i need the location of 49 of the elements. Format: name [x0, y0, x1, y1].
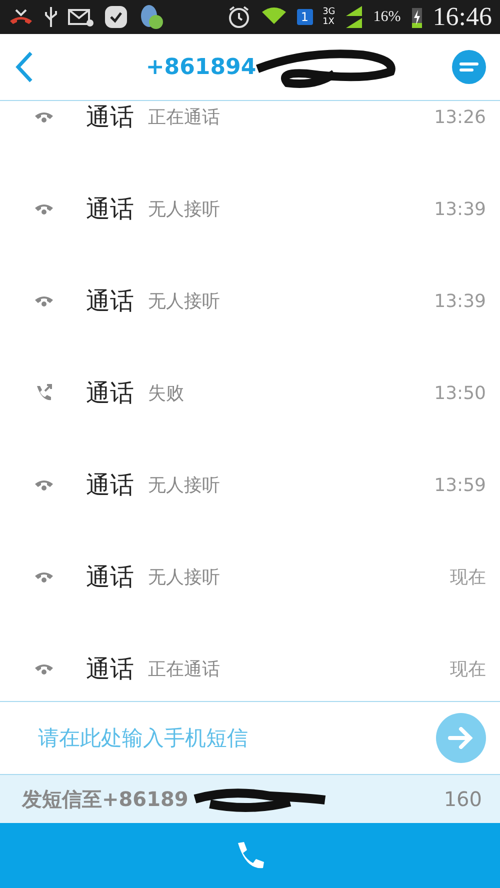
- check-icon: [104, 5, 128, 29]
- call-time: 13:59: [434, 474, 486, 496]
- message-field[interactable]: 请在此处输入手机短信: [36, 725, 436, 751]
- back-icon[interactable]: [14, 51, 34, 83]
- handset-icon: [34, 570, 54, 584]
- call-time: 13:50: [434, 382, 486, 404]
- sim-indicator: 1: [296, 9, 313, 25]
- network-label: 3G: [322, 7, 336, 17]
- call-type: 通话: [86, 378, 134, 409]
- call-status: 失败: [148, 382, 185, 405]
- handset-icon: [34, 110, 54, 124]
- call-status: 正在通话: [148, 658, 221, 681]
- call-time: 13:39: [434, 290, 486, 312]
- handset-icon: [34, 202, 54, 216]
- handset-icon: [34, 478, 54, 492]
- battery-percent: 16%: [373, 8, 401, 26]
- call-status: 无人接听: [148, 566, 221, 589]
- call-type: 通话: [86, 194, 134, 225]
- recipient-label: 发短信至+86189: [22, 786, 188, 812]
- call-time: 现在: [450, 566, 486, 589]
- menu-icon[interactable]: [452, 50, 486, 84]
- call-time: 13:39: [434, 198, 486, 220]
- arrow-icon: [448, 727, 474, 749]
- send-button[interactable]: [436, 713, 486, 763]
- clock-time: 16:46: [432, 2, 492, 32]
- battery-charging-icon: [410, 5, 423, 29]
- handset-icon: [34, 294, 54, 308]
- call-type: 通话: [86, 562, 134, 593]
- call-status: 无人接听: [148, 198, 221, 221]
- mail-icon: [68, 7, 94, 27]
- handset-icon: [34, 662, 54, 676]
- usb-icon: [44, 6, 58, 28]
- call-time: 现在: [450, 658, 486, 681]
- chat-icon: [138, 4, 164, 30]
- call-type: 通话: [86, 102, 134, 133]
- call-type: 通话: [86, 470, 134, 501]
- call-status: 无人接听: [148, 474, 221, 497]
- alarm-clock-icon: [226, 5, 251, 29]
- call-type: 通话: [86, 654, 134, 685]
- character-counter: 160: [444, 787, 482, 811]
- contact-number: +861894: [146, 54, 256, 80]
- call-status: 正在通话: [148, 106, 221, 129]
- call-time: 13:26: [434, 106, 486, 128]
- call-status: 无人接听: [148, 290, 221, 313]
- call-type: 通话: [86, 286, 134, 317]
- network-label: 1X: [322, 17, 336, 27]
- outgoing-call-icon: [34, 384, 54, 402]
- missed-call-icon: [8, 7, 34, 27]
- signal-icon: [345, 5, 364, 29]
